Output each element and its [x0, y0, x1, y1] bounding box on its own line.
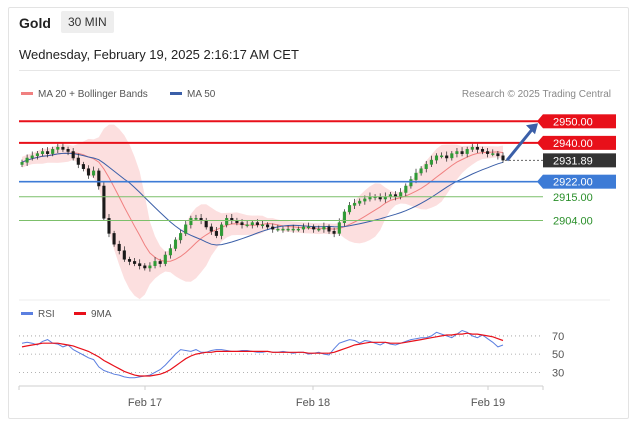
level-label: 2915.00	[553, 192, 593, 204]
x-tick-label: Feb 17	[128, 397, 162, 409]
rsi-legend-label: RSI	[38, 309, 55, 320]
rsi-gridline: 30	[19, 367, 564, 379]
rsi-ma-line	[21, 332, 504, 377]
ma20-legend-label: MA 20 + Bollinger Bands	[38, 89, 148, 100]
x-tick: Feb 19	[471, 386, 505, 409]
x-tick: Feb 18	[296, 386, 330, 409]
rsi-legend-swatch	[21, 312, 33, 315]
level-current: 2931.89	[505, 153, 616, 168]
level-label: 2940.00	[553, 138, 593, 150]
level-label: 2922.00	[553, 177, 593, 189]
candle	[112, 230, 116, 247]
candle	[102, 182, 106, 221]
rsi-gridline: 50	[19, 349, 564, 361]
rsi-tick-label: 70	[552, 331, 564, 343]
research-credit: Research © 2025 Trading Central	[462, 89, 611, 100]
ma20-legend-swatch	[21, 92, 33, 95]
rsi-gridline: 70	[19, 331, 564, 343]
rsi-ma-legend-label: 9MA	[91, 309, 112, 320]
rsi-tick-label: 50	[552, 349, 564, 361]
price-chart	[20, 124, 505, 300]
rsi-chart: 70 50 30	[19, 329, 564, 379]
x-axis-ticks: Feb 17 Feb 18 Feb 19	[18, 386, 544, 409]
rsi-tick-label: 30	[552, 367, 564, 379]
chart-canvas: MA 20 + Bollinger Bands MA 50 Research ©…	[18, 89, 616, 409]
level-label: 2904.00	[553, 215, 593, 227]
level-label: 2950.00	[553, 116, 593, 128]
bollinger-band	[22, 124, 503, 300]
x-tick-label: Feb 18	[296, 397, 330, 409]
x-tick-label: Feb 19	[471, 397, 505, 409]
ma50-legend-swatch	[170, 92, 182, 95]
ma50-legend-label: MA 50	[187, 89, 216, 100]
rsi-ma-legend-swatch	[74, 312, 86, 315]
x-tick: Feb 17	[128, 386, 162, 409]
forecast-arrow	[505, 123, 538, 162]
level-label: 2931.89	[553, 155, 593, 167]
